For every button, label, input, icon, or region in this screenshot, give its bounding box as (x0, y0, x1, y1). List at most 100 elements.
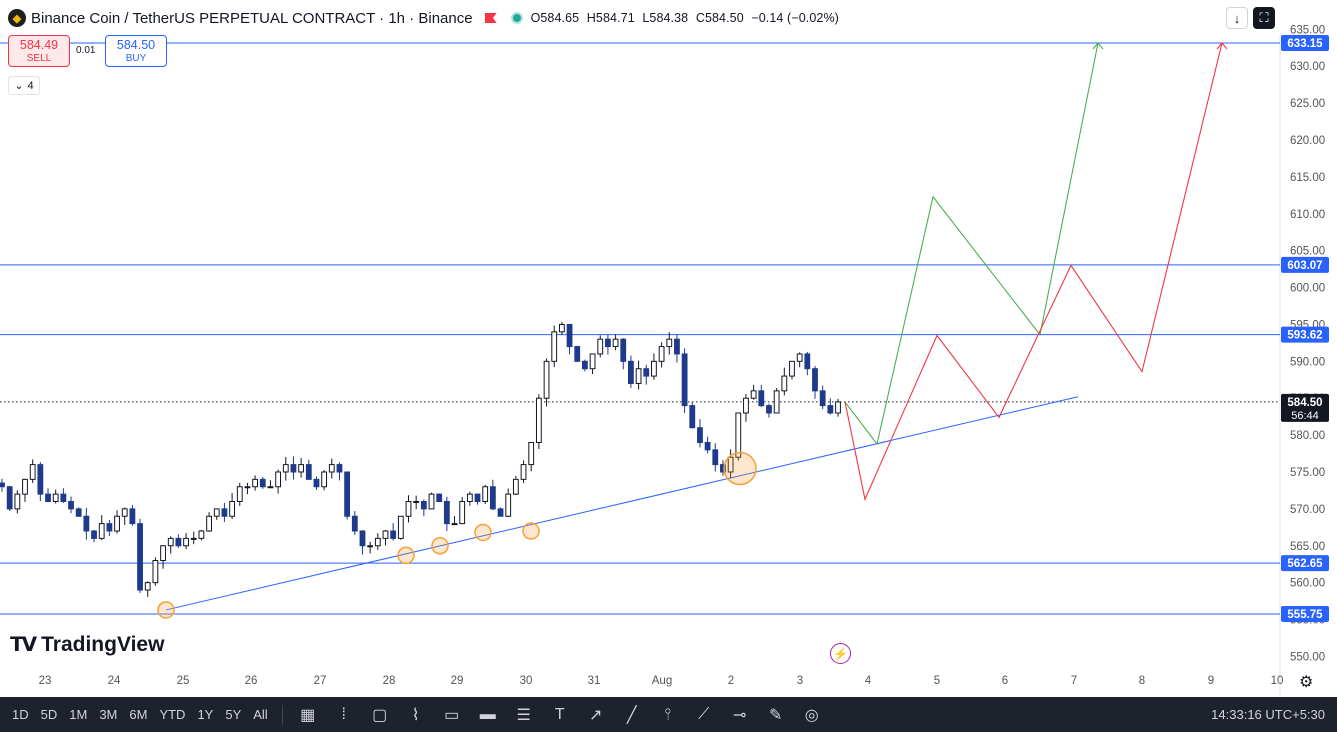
candle-body (91, 530, 97, 539)
pitchfork-icon[interactable]: ⫯ (657, 706, 679, 724)
brush-tool-icon[interactable]: ✎ (765, 705, 787, 725)
candle-body (351, 515, 358, 532)
target-icon[interactable]: ◎ (801, 705, 823, 725)
y-tick-label: 630.00 (1290, 61, 1325, 73)
sell-button[interactable]: 584.49 SELL (8, 35, 70, 67)
indicators-count: 4 (27, 79, 34, 92)
price-chart[interactable]: 550.00555.00560.00565.00570.00575.00580.… (0, 0, 1337, 697)
buy-price: 584.50 (116, 38, 156, 52)
line-tool-icon[interactable]: ╱ (621, 705, 643, 725)
candle-body (612, 338, 619, 348)
buy-button[interactable]: 584.50 BUY (105, 35, 167, 67)
trend-tool-icon[interactable]: ⌇ (405, 705, 427, 725)
candle-body (37, 464, 44, 495)
gear-icon[interactable]: ⚙ (1299, 672, 1313, 692)
candle-body (367, 545, 374, 548)
long-position-icon[interactable]: ▭ (441, 705, 463, 725)
timeframe-1y[interactable]: 1Y (197, 707, 213, 722)
candle-body (451, 523, 458, 526)
candle-body (520, 464, 527, 480)
timeframe-6m[interactable]: 6M (129, 707, 147, 722)
candle-body (819, 390, 826, 407)
text-tool-icon[interactable]: T (549, 706, 571, 724)
lightning-icon[interactable]: ⚡ (830, 643, 851, 664)
symbol-title[interactable]: Binance Coin / TetherUS PERPETUAL CONTRA… (31, 10, 473, 27)
candle-body (298, 464, 305, 473)
candle-body (704, 441, 711, 451)
candle-body (98, 523, 105, 539)
level-price-label: 633.15 (1287, 38, 1323, 50)
candle-body (190, 537, 197, 540)
candle-body (305, 464, 312, 480)
candle-body (566, 323, 573, 348)
candle-body (635, 368, 642, 384)
candle-body (206, 515, 212, 532)
candle-body (167, 537, 174, 547)
fib-retracement-icon[interactable]: ☰ (513, 705, 535, 725)
candle-body (489, 486, 496, 510)
candle-body (152, 560, 159, 584)
candle-body (535, 397, 542, 443)
candle-body (397, 515, 404, 539)
drag-handle-icon[interactable]: ⁞ (333, 706, 355, 724)
x-tick-label: 28 (383, 675, 396, 687)
level-price-label: 555.75 (1287, 609, 1323, 621)
candle-body (581, 360, 588, 370)
level-price-label: 593.62 (1287, 330, 1322, 342)
indicators-toggle[interactable]: ⌄ 4 (8, 76, 40, 95)
short-position-icon[interactable]: ▬ (477, 706, 499, 724)
rectangle-tool-icon[interactable]: ▢ (369, 705, 391, 725)
clock-readout: 14:33:16 UTC+5:30 (1211, 707, 1325, 722)
candle-body (835, 401, 841, 414)
candle-body (183, 537, 189, 547)
timeframe-1m[interactable]: 1M (69, 707, 87, 722)
candle-body (6, 486, 13, 510)
timeframe-1d[interactable]: 1D (12, 707, 29, 722)
candle-body (689, 405, 696, 429)
timeframe-3m[interactable]: 3M (99, 707, 117, 722)
candle-body (344, 471, 351, 517)
candle-body (796, 353, 803, 362)
tradingview-logo-icon: 𝗧𝗩 (10, 634, 37, 656)
candle-body (482, 486, 489, 502)
timeframe-ytd[interactable]: YTD (159, 707, 185, 722)
tradingview-watermark[interactable]: 𝗧𝗩 TradingView (10, 632, 164, 657)
candle-body (359, 530, 366, 547)
candle-body (750, 390, 757, 399)
arrow-tool-icon[interactable]: ↗ (585, 705, 607, 725)
candle-body (436, 493, 443, 502)
fullscreen-icon[interactable]: ⛶ (1253, 7, 1275, 29)
support-touch-circle (157, 601, 175, 619)
y-tick-label: 570.00 (1290, 504, 1325, 516)
candle-body (275, 471, 282, 488)
candle-body (14, 493, 21, 510)
candle-body (282, 464, 289, 473)
download-icon[interactable]: ↓ (1226, 7, 1248, 29)
watermark-text: TradingView (41, 632, 165, 656)
x-tick-label: 8 (1139, 675, 1145, 687)
calendar-range-icon[interactable]: ▦ (297, 705, 319, 725)
candle-body (459, 500, 466, 525)
flag-icon[interactable] (484, 13, 497, 23)
candle-body (229, 500, 235, 517)
measure-tool-icon[interactable]: ⊸ (729, 705, 751, 725)
path-tool-icon[interactable]: ⟋ (693, 706, 715, 724)
support-touch-circle (474, 523, 492, 542)
bnb-coin-icon: ◆ (8, 9, 26, 27)
candle-body (497, 508, 504, 517)
candle-body (60, 493, 67, 502)
candle-body (22, 478, 28, 495)
candle-body (443, 500, 450, 525)
candle-body (781, 375, 788, 392)
candle-body (512, 478, 519, 495)
x-tick-label: 3 (797, 675, 803, 687)
y-tick-label: 620.00 (1290, 135, 1325, 147)
y-tick-label: 565.00 (1290, 541, 1325, 553)
candle-body (643, 368, 650, 377)
x-tick-label: 10 (1271, 675, 1284, 687)
timeframe-all[interactable]: All (253, 707, 267, 722)
timeframe-5y[interactable]: 5Y (225, 707, 241, 722)
candle-body (558, 323, 565, 333)
candle-body (735, 412, 742, 458)
timeframe-5d[interactable]: 5D (41, 707, 58, 722)
